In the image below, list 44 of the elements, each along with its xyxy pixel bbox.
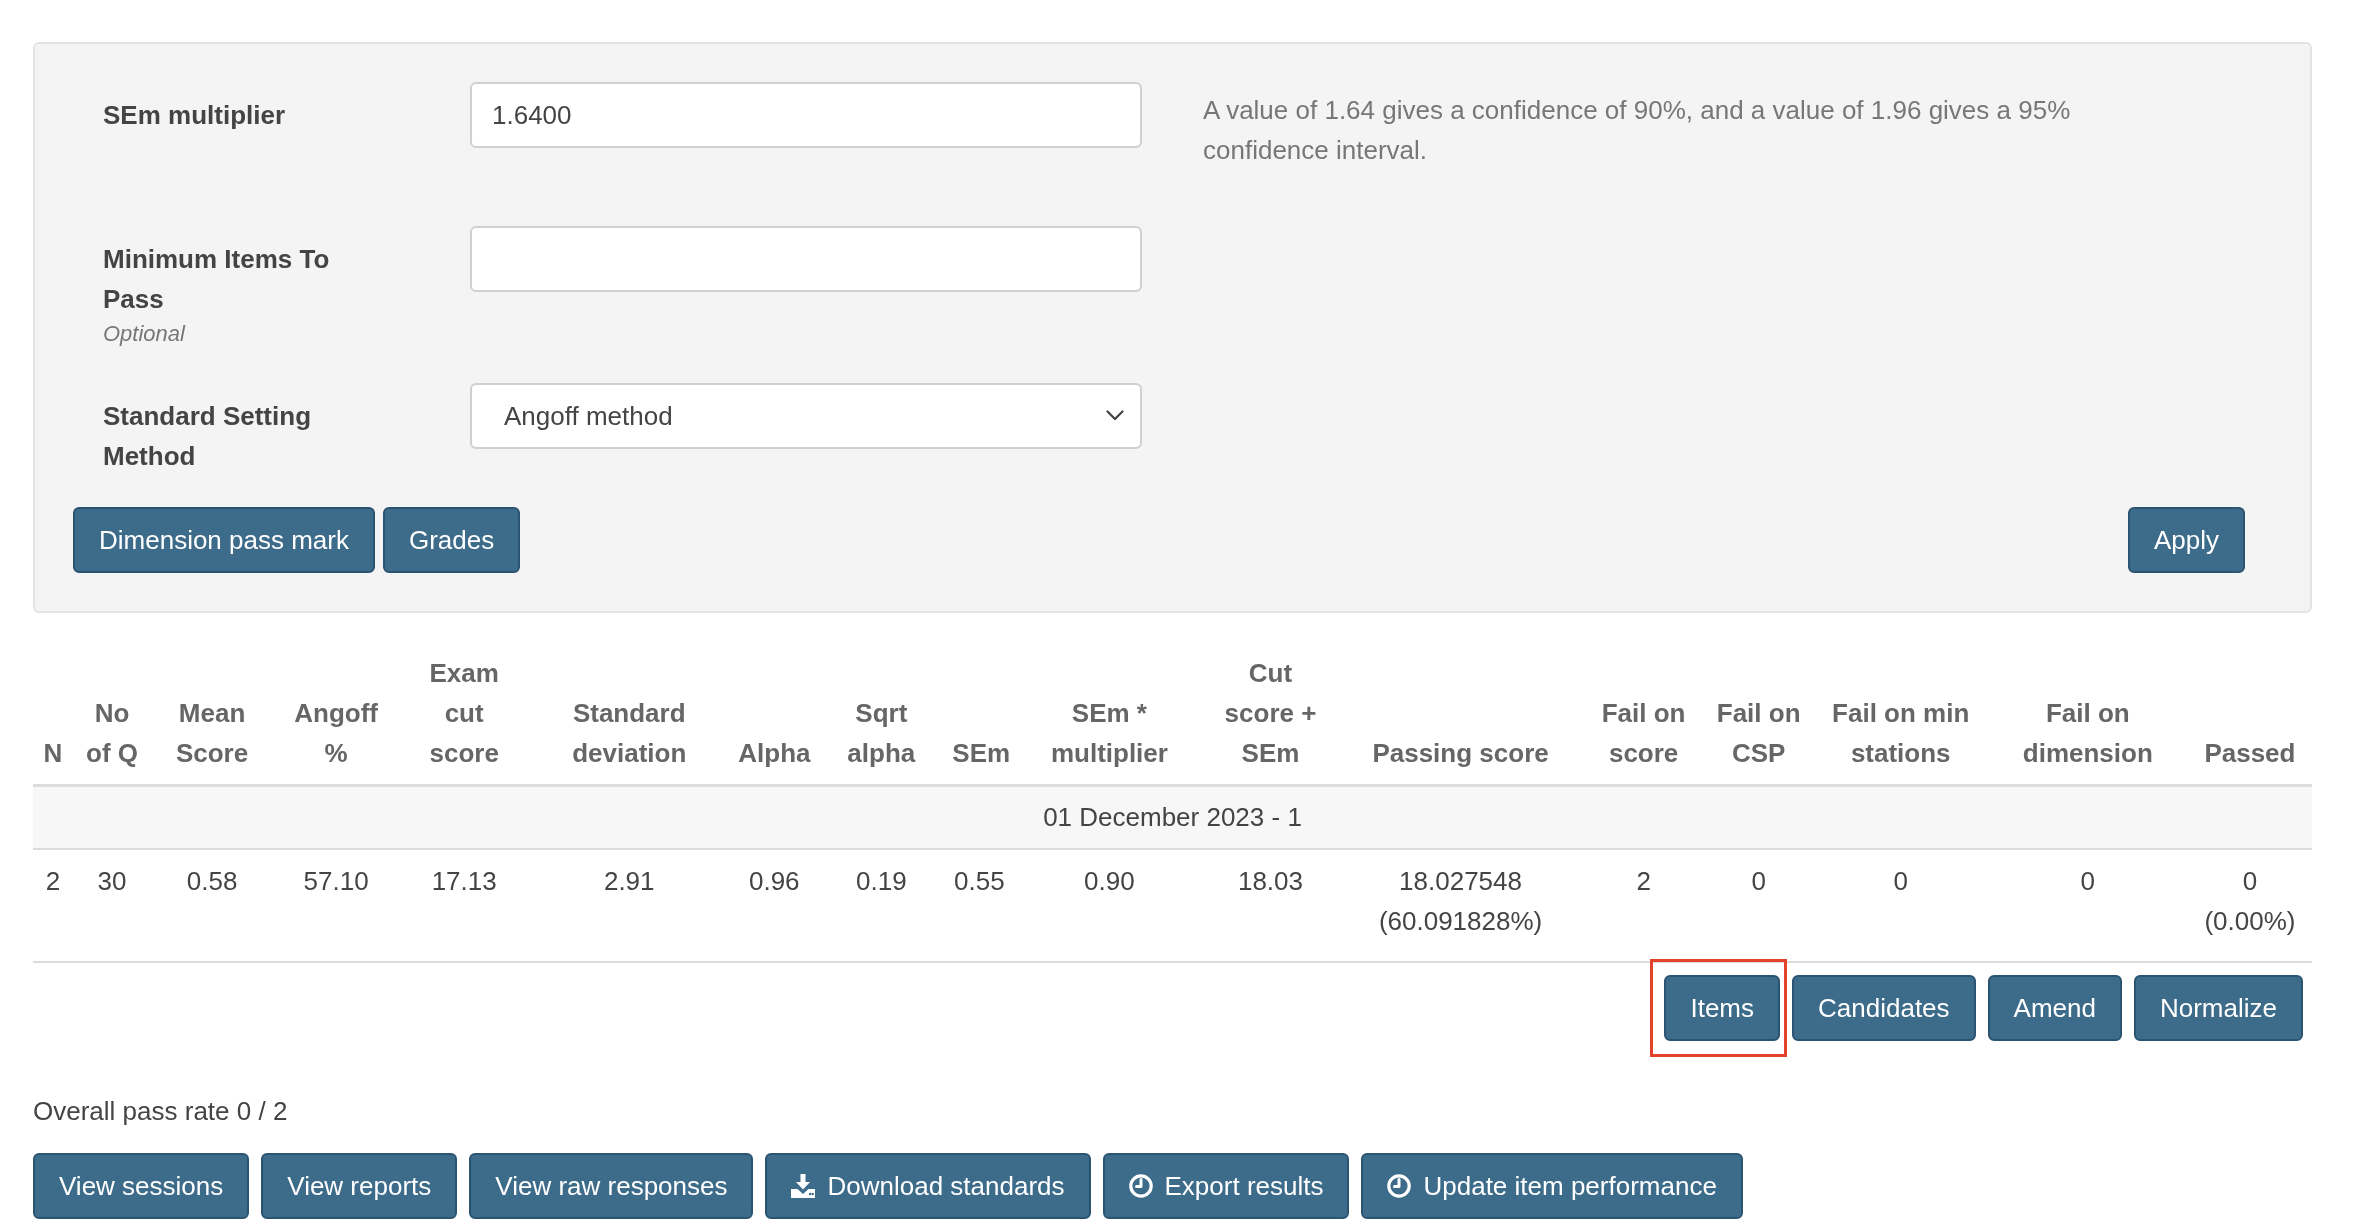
table-cell: 0.55 <box>943 849 1016 962</box>
table-cell: 2 <box>1583 849 1704 962</box>
table-cell: 0.90 <box>1015 849 1204 962</box>
table-cell: 0 <box>1987 849 2188 962</box>
panel-button[interactable]: Dimension pass mark <box>73 507 375 573</box>
table-cell: 0.19 <box>819 849 944 962</box>
table-cell: 2.91 <box>529 849 730 962</box>
row-action-button[interactable]: Amend <box>1987 975 2122 1041</box>
field-label: Standard Setting Method <box>103 400 312 473</box>
footer-button[interactable]: View reports <box>261 1153 458 1219</box>
field-label: Minimum Items To Pass <box>103 243 331 316</box>
row-action-button[interactable]: Items <box>1664 975 1781 1041</box>
input-field[interactable]: 1.6400 <box>470 82 1142 148</box>
chevron-down-icon <box>1106 410 1124 421</box>
hint-text: Optional <box>103 320 187 348</box>
footer-button[interactable]: View raw responses <box>469 1153 754 1219</box>
table-cell: 0.96 <box>729 849 820 962</box>
panel-button[interactable]: Grades <box>383 507 521 573</box>
footer-button[interactable]: Update item performance <box>1361 1153 1743 1219</box>
dropdown-field[interactable]: Angoff method <box>470 383 1142 449</box>
input-field[interactable] <box>470 226 1142 292</box>
pass-rate-text: Overall pass rate 0 / 2 <box>33 1095 289 1128</box>
footer-button[interactable]: Export results <box>1102 1153 1350 1219</box>
table-cell: 17.13 <box>399 849 530 962</box>
footer-button[interactable]: Download standards <box>765 1153 1091 1219</box>
row-action-button[interactable]: Candidates <box>1792 975 1976 1041</box>
apply-button[interactable]: Apply <box>2127 507 2245 573</box>
table-cell: 30 <box>73 849 152 962</box>
table-cell: 57.10 <box>273 849 400 962</box>
table-cell: 0 <box>1703 849 1814 962</box>
table-cell: 0.58 <box>151 849 274 962</box>
clock-icon <box>1128 1174 1153 1198</box>
table-cell: 18.03 <box>1203 849 1338 962</box>
field-label: SEm multiplier <box>103 99 287 132</box>
download-icon <box>791 1174 816 1198</box>
row-action-button[interactable]: Normalize <box>2133 975 2303 1041</box>
table-cell: 2 <box>33 849 73 962</box>
footer-button[interactable]: View sessions <box>33 1153 250 1219</box>
clock-icon <box>1387 1174 1412 1198</box>
table-cell: 0 <box>1813 849 1988 962</box>
table-cell: 18.027548 (60.091828%) <box>1337 849 1584 962</box>
table-cell: 0 (0.00%) <box>2187 849 2312 962</box>
group-header-row: 01 December 2023 - 1 <box>33 785 2312 849</box>
help-text: A value of 1.64 gives a confidence of 90%, and a value of 1.96 gives a 95% confidence interval. <box>1203 94 2072 167</box>
